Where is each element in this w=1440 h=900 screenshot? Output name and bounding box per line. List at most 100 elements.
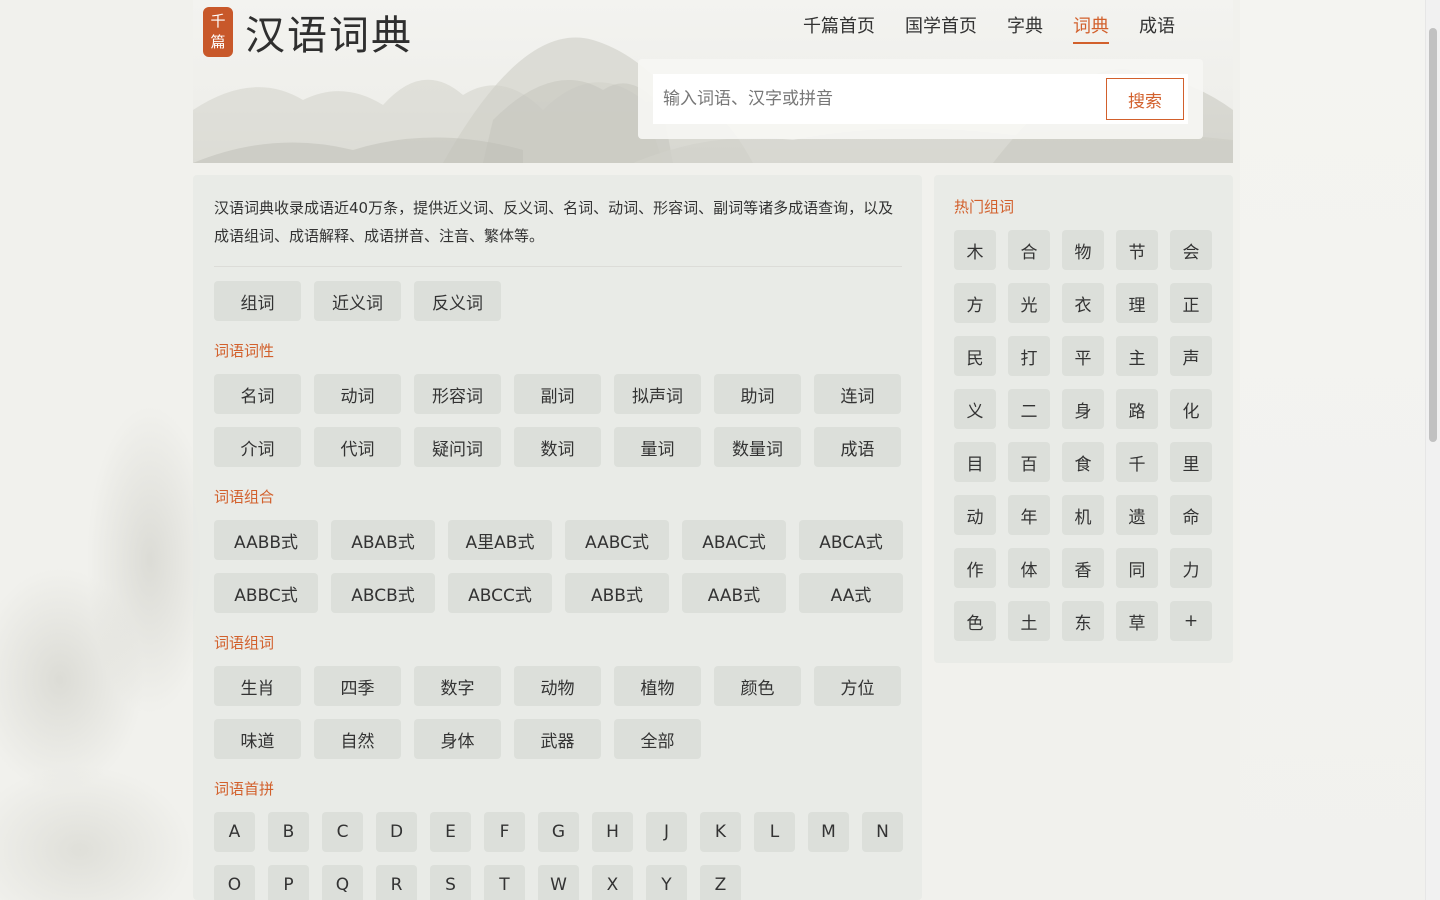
topic-chip[interactable]: 四季: [314, 666, 401, 706]
hot-char-chip[interactable]: 身: [1062, 389, 1104, 429]
pos-chip[interactable]: 成语: [814, 427, 901, 467]
pinyin-chip[interactable]: W: [538, 865, 579, 900]
hot-char-chip[interactable]: 民: [954, 336, 996, 376]
pos-chip[interactable]: 量词: [614, 427, 701, 467]
topic-chip[interactable]: 身体: [414, 719, 501, 759]
hot-char-chip[interactable]: 方: [954, 283, 996, 323]
pinyin-chip[interactable]: N: [862, 812, 903, 852]
pinyin-chip[interactable]: P: [268, 865, 309, 900]
pinyin-chip[interactable]: Y: [646, 865, 687, 900]
pos-chip[interactable]: 名词: [214, 374, 301, 414]
hot-char-chip[interactable]: 草: [1116, 601, 1158, 641]
pattern-chip[interactable]: AABB式: [214, 520, 318, 560]
pinyin-chip[interactable]: K: [700, 812, 741, 852]
topic-chip[interactable]: 植物: [614, 666, 701, 706]
pinyin-chip[interactable]: C: [322, 812, 363, 852]
hot-char-chip[interactable]: 遗: [1116, 495, 1158, 535]
search-button[interactable]: 搜索: [1106, 78, 1184, 120]
pinyin-chip[interactable]: S: [430, 865, 471, 900]
hot-char-chip[interactable]: 里: [1170, 442, 1212, 482]
pos-chip[interactable]: 副词: [514, 374, 601, 414]
hot-char-chip[interactable]: 香: [1062, 548, 1104, 588]
pos-chip[interactable]: 连词: [814, 374, 901, 414]
hot-char-chip[interactable]: 百: [1008, 442, 1050, 482]
hot-char-chip[interactable]: 合: [1008, 230, 1050, 270]
pattern-chip[interactable]: AAB式: [682, 573, 786, 613]
hot-char-chip[interactable]: 土: [1008, 601, 1050, 641]
pattern-chip[interactable]: AA式: [799, 573, 903, 613]
pattern-chip[interactable]: ABCA式: [799, 520, 903, 560]
pinyin-chip[interactable]: Q: [322, 865, 363, 900]
pinyin-chip[interactable]: T: [484, 865, 525, 900]
hot-char-chip[interactable]: 力: [1170, 548, 1212, 588]
topic-chip[interactable]: 生肖: [214, 666, 301, 706]
quick-link-jinyici[interactable]: 近义词: [314, 281, 401, 321]
quick-link-zuci[interactable]: 组词: [214, 281, 301, 321]
pattern-chip[interactable]: ABCB式: [331, 573, 435, 613]
pos-chip[interactable]: 拟声词: [614, 374, 701, 414]
hot-char-chip[interactable]: 正: [1170, 283, 1212, 323]
topic-chip[interactable]: 全部: [614, 719, 701, 759]
hot-char-chip[interactable]: 食: [1062, 442, 1104, 482]
hot-char-chip[interactable]: 动: [954, 495, 996, 535]
pattern-chip[interactable]: ABB式: [565, 573, 669, 613]
hot-char-chip[interactable]: 同: [1116, 548, 1158, 588]
pos-chip[interactable]: 介词: [214, 427, 301, 467]
hot-char-chip[interactable]: 化: [1170, 389, 1212, 429]
pos-chip[interactable]: 助词: [714, 374, 801, 414]
nav-item-zidian[interactable]: 字典: [1007, 0, 1043, 44]
hot-char-chip[interactable]: 义: [954, 389, 996, 429]
more-button[interactable]: +: [1170, 601, 1212, 641]
hot-char-chip[interactable]: 光: [1008, 283, 1050, 323]
scrollbar-thumb[interactable]: [1429, 28, 1437, 442]
pos-chip[interactable]: 数词: [514, 427, 601, 467]
nav-item-cidian[interactable]: 词典: [1073, 0, 1109, 44]
pinyin-chip[interactable]: F: [484, 812, 525, 852]
hot-char-chip[interactable]: 千: [1116, 442, 1158, 482]
hot-char-chip[interactable]: 物: [1062, 230, 1104, 270]
pos-chip[interactable]: 代词: [314, 427, 401, 467]
topic-chip[interactable]: 武器: [514, 719, 601, 759]
hot-char-chip[interactable]: 路: [1116, 389, 1158, 429]
topic-chip[interactable]: 数字: [414, 666, 501, 706]
pos-chip[interactable]: 动词: [314, 374, 401, 414]
hot-char-chip[interactable]: 打: [1008, 336, 1050, 376]
nav-item-chengyu[interactable]: 成语: [1139, 0, 1175, 44]
hot-char-chip[interactable]: 体: [1008, 548, 1050, 588]
pattern-chip[interactable]: ABCC式: [448, 573, 552, 613]
topic-chip[interactable]: 味道: [214, 719, 301, 759]
pinyin-chip[interactable]: J: [646, 812, 687, 852]
pinyin-chip[interactable]: E: [430, 812, 471, 852]
hot-char-chip[interactable]: 会: [1170, 230, 1212, 270]
hot-char-chip[interactable]: 木: [954, 230, 996, 270]
pattern-chip[interactable]: ABAC式: [682, 520, 786, 560]
hot-char-chip[interactable]: 机: [1062, 495, 1104, 535]
pinyin-chip[interactable]: A: [214, 812, 255, 852]
hot-char-chip[interactable]: 作: [954, 548, 996, 588]
pinyin-chip[interactable]: Z: [700, 865, 741, 900]
pattern-chip[interactable]: ABBC式: [214, 573, 318, 613]
hot-char-chip[interactable]: 平: [1062, 336, 1104, 376]
hot-char-chip[interactable]: 色: [954, 601, 996, 641]
hot-char-chip[interactable]: 声: [1170, 336, 1212, 376]
hot-char-chip[interactable]: 理: [1116, 283, 1158, 323]
topic-chip[interactable]: 颜色: [714, 666, 801, 706]
hot-char-chip[interactable]: 东: [1062, 601, 1104, 641]
topic-chip[interactable]: 方位: [814, 666, 901, 706]
pinyin-chip[interactable]: X: [592, 865, 633, 900]
hot-char-chip[interactable]: 命: [1170, 495, 1212, 535]
pos-chip[interactable]: 疑问词: [414, 427, 501, 467]
hot-char-chip[interactable]: 年: [1008, 495, 1050, 535]
search-input[interactable]: [663, 74, 1093, 124]
nav-item-qianpian-home[interactable]: 千篇首页: [803, 0, 875, 44]
pos-chip[interactable]: 形容词: [414, 374, 501, 414]
pinyin-chip[interactable]: H: [592, 812, 633, 852]
pos-chip[interactable]: 数量词: [714, 427, 801, 467]
pinyin-chip[interactable]: R: [376, 865, 417, 900]
pinyin-chip[interactable]: O: [214, 865, 255, 900]
topic-chip[interactable]: 自然: [314, 719, 401, 759]
topic-chip[interactable]: 动物: [514, 666, 601, 706]
pattern-chip[interactable]: AABC式: [565, 520, 669, 560]
quick-link-fanyici[interactable]: 反义词: [414, 281, 501, 321]
hot-char-chip[interactable]: 目: [954, 442, 996, 482]
